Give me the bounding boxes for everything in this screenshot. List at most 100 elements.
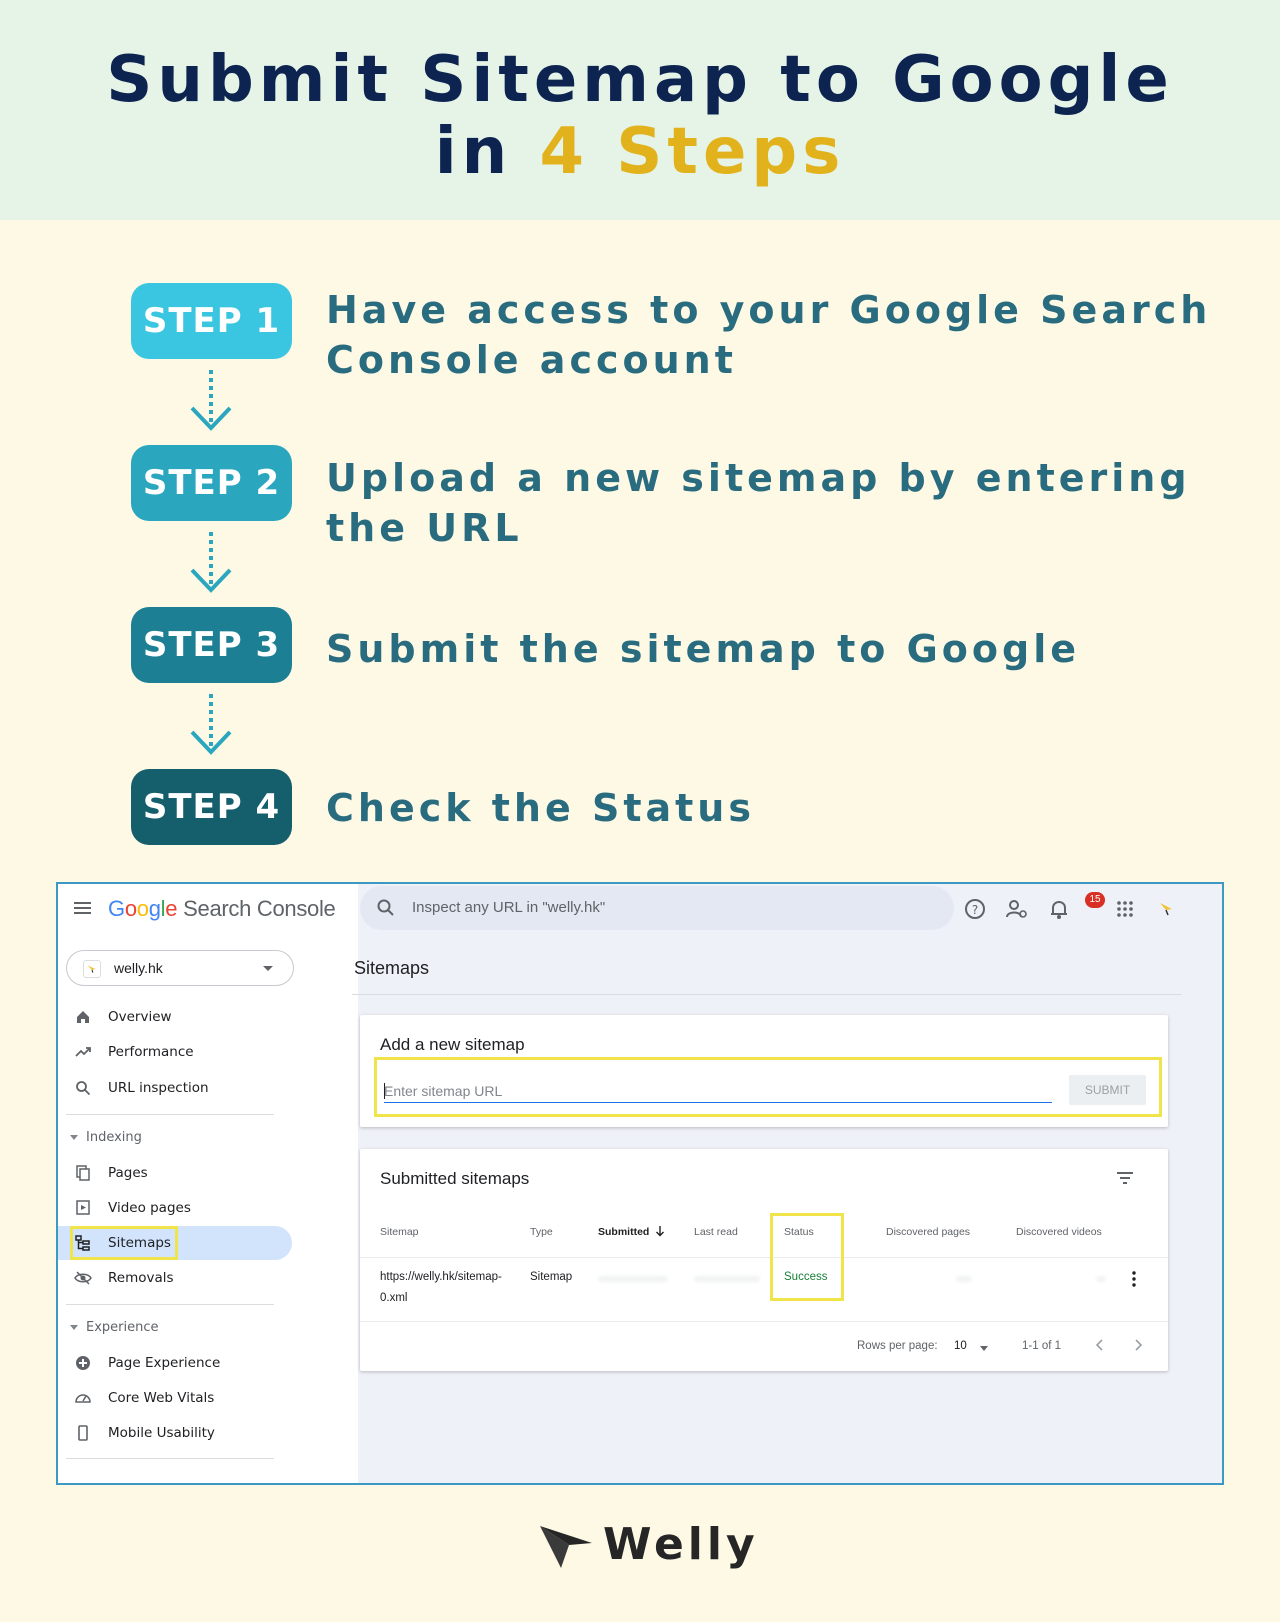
rows-per-page-label: Rows per page: [857, 1340, 938, 1352]
url-inspection-search[interactable]: Inspect any URL in "welly.hk" [360, 886, 954, 930]
chevron-left-icon[interactable] [1094, 1338, 1106, 1352]
arrow-down-icon [190, 532, 232, 593]
brand-name: Welly [603, 1519, 759, 1570]
last-read-date-redacted [694, 1276, 760, 1282]
nav-divider [66, 1304, 274, 1305]
nav-item-label: Core Web Vitals [108, 1390, 215, 1406]
step-2-text: Upload a new sitemap by entering the URL [326, 456, 1191, 550]
column-header-discovered-pages[interactable]: Discovered pages [886, 1226, 970, 1238]
column-header-type[interactable]: Type [530, 1226, 553, 1238]
nav-item-label: Video pages [108, 1200, 191, 1216]
step-2-badge: STEP 2 [131, 445, 292, 521]
row-divider [360, 1321, 1168, 1322]
logo-letter: G [108, 896, 125, 921]
arrow-down-icon [190, 370, 232, 431]
notifications-icon[interactable] [1046, 896, 1072, 922]
chevron-right-icon[interactable] [1132, 1338, 1144, 1352]
filter-icon[interactable] [1116, 1171, 1134, 1185]
logo-letter: o [136, 896, 149, 921]
nav-item-video-pages[interactable]: Video pages [58, 1191, 292, 1225]
step-3-text: Submit the sitemap to Google [326, 627, 1081, 671]
notification-count-badge: 15 [1085, 892, 1105, 908]
column-header-last-read[interactable]: Last read [694, 1226, 738, 1238]
nav-item-overview[interactable]: Overview [58, 1000, 292, 1034]
nav-item-url-inspection[interactable]: URL inspection [58, 1071, 292, 1105]
hero-banner: Submit Sitemap to Google in 4 Steps [0, 0, 1280, 220]
search-console-screenshot: Google Search Console Inspect any URL in … [56, 882, 1224, 1485]
input-highlight-box [374, 1057, 1162, 1117]
nav-divider [66, 1458, 274, 1459]
nav-item-label: Removals [108, 1270, 174, 1286]
add-sitemap-card: Add a new sitemap Enter sitemap URL SUBM… [360, 1015, 1168, 1127]
apps-grid-icon[interactable] [1112, 896, 1138, 922]
search-icon [377, 899, 394, 916]
nav-item-label: Overview [108, 1009, 172, 1025]
trending-up-icon [75, 1047, 91, 1057]
discovered-pages-redacted [956, 1276, 972, 1282]
collapse-triangle-icon [70, 1135, 78, 1140]
nav-item-page-experience[interactable]: Page Experience [58, 1346, 292, 1380]
row-divider [360, 1257, 1168, 1258]
hero-title-prefix: in [434, 115, 540, 189]
chevron-down-icon[interactable] [980, 1346, 988, 1351]
step-3-badge: STEP 3 [131, 607, 292, 683]
card-title: Add a new sitemap [380, 1035, 525, 1054]
search-console-logo[interactable]: Google Search Console [108, 896, 336, 922]
eye-off-icon [74, 1271, 92, 1285]
home-icon [77, 1011, 89, 1023]
nav-item-performance[interactable]: Performance [58, 1035, 292, 1069]
more-vert-icon[interactable] [1132, 1271, 1136, 1287]
account-avatar-icon[interactable] [1154, 896, 1180, 922]
nav-divider [66, 1114, 274, 1115]
video-pages-icon [76, 1200, 90, 1215]
top-bar: Google Search Console Inspect any URL in … [58, 884, 1222, 936]
type-cell: Sitemap [530, 1271, 573, 1283]
property-selector[interactable]: welly.hk [66, 950, 294, 986]
property-name: welly.hk [114, 960, 163, 976]
arrow-down-icon [190, 694, 232, 755]
submitted-date-redacted [598, 1276, 668, 1282]
pagination-range: 1-1 of 1 [1022, 1340, 1061, 1352]
submitted-sitemaps-card: Submitted sitemaps Sitemap Type Submitte… [360, 1149, 1168, 1371]
nav-item-core-web-vitals[interactable]: Core Web Vitals [58, 1381, 292, 1415]
card-title: Submitted sitemaps [380, 1169, 530, 1188]
logo-letter: g [148, 896, 161, 921]
speed-gauge-icon [75, 1394, 91, 1403]
menu-icon[interactable] [72, 899, 94, 917]
nav-item-label: Page Experience [108, 1355, 221, 1371]
pages-icon [76, 1165, 90, 1181]
nav-section-label: Experience [86, 1320, 159, 1335]
nav-item-removals[interactable]: Removals [58, 1261, 292, 1295]
hero-title-accent: 4 Steps [539, 115, 846, 189]
sitemap-url-cell[interactable]: https://welly.hk/sitemap- 0.xml [380, 1267, 502, 1309]
nav-section-indexing[interactable]: Indexing [70, 1130, 142, 1145]
status-highlight-box [770, 1213, 844, 1301]
chevron-down-icon [263, 966, 273, 971]
svg-text:?: ? [972, 903, 978, 917]
nav-item-label: Mobile Usability [108, 1425, 215, 1441]
step-1-text: Have access to your Google Search Consol… [326, 288, 1212, 382]
nav-section-experience[interactable]: Experience [70, 1320, 159, 1335]
rows-per-page-select[interactable]: 10 [954, 1340, 967, 1352]
sort-arrow-down-icon[interactable] [655, 1225, 665, 1237]
welly-arrow-logo-icon [540, 1526, 592, 1568]
search-placeholder: Inspect any URL in "welly.hk" [412, 899, 606, 916]
search-icon [76, 1081, 91, 1096]
discovered-videos-redacted [1096, 1276, 1106, 1282]
help-icon[interactable]: ? [962, 896, 988, 922]
smartphone-icon [78, 1425, 88, 1441]
logo-letter: e [165, 896, 178, 921]
nav-item-label: URL inspection [108, 1080, 209, 1096]
column-header-submitted[interactable]: Submitted [598, 1226, 649, 1238]
step-1-badge: STEP 1 [131, 283, 292, 359]
column-header-discovered-videos[interactable]: Discovered videos [1016, 1226, 1102, 1238]
nav-item-label: Performance [108, 1044, 194, 1060]
nav-section-label: Indexing [86, 1130, 142, 1145]
step-4-text: Check the Status [326, 786, 755, 830]
page-title: Sitemaps [354, 958, 430, 978]
collapse-triangle-icon [70, 1325, 78, 1330]
nav-item-mobile-usability[interactable]: Mobile Usability [58, 1416, 292, 1450]
column-header-sitemap[interactable]: Sitemap [380, 1226, 419, 1238]
user-settings-icon[interactable] [1004, 896, 1030, 922]
nav-item-pages[interactable]: Pages [58, 1156, 292, 1190]
